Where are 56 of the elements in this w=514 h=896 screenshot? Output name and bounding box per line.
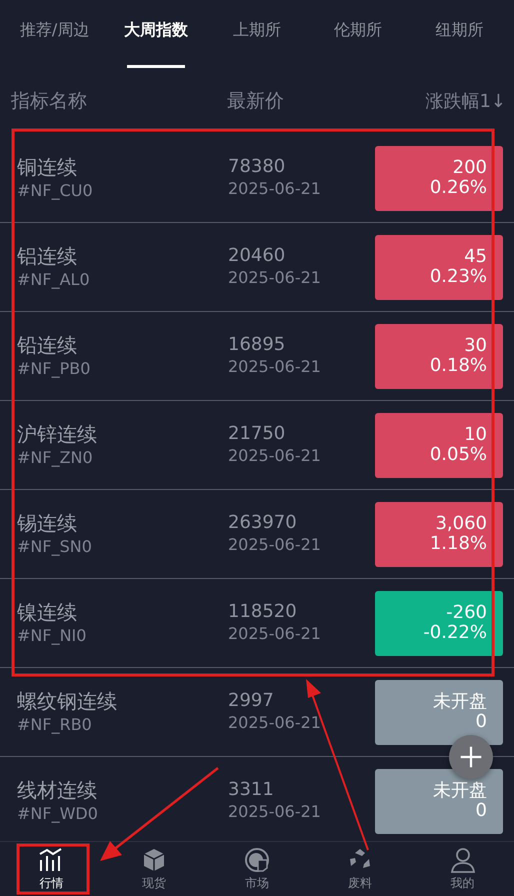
nav-tab[interactable]: 我的 — [411, 842, 514, 896]
column-header[interactable]: 涨跌幅1↓ — [425, 89, 506, 113]
change-badge: 3,060 1.18% — [375, 502, 503, 566]
price-date: 2025-06-21 — [228, 178, 322, 200]
tab[interactable]: 大周指数 — [105, 0, 206, 78]
change-badge: 200 0.26% — [375, 146, 503, 210]
plus-icon — [460, 746, 482, 768]
column-header: 指标名称 — [11, 89, 88, 114]
person-icon — [450, 846, 476, 872]
commodity-code: #NF_SN0 — [17, 536, 93, 558]
commodity-code: #NF_AL0 — [17, 269, 91, 291]
price-value: 16895 — [228, 334, 286, 356]
commodity-name: 线材连续 — [17, 777, 98, 803]
price-date: 2025-06-21 — [228, 712, 322, 734]
commodity-name: 铜连续 — [17, 154, 78, 180]
price-value: 2997 — [228, 690, 275, 712]
change-badge: 未开盘 0 — [375, 680, 503, 744]
price-value: 118520 — [228, 601, 298, 623]
change-badge: -260 -0.22% — [375, 590, 503, 656]
price-date: 2025-06-21 — [228, 267, 322, 289]
tab[interactable]: 推荐/周边 — [4, 0, 106, 78]
price-value: 21750 — [228, 423, 286, 445]
change-badge: 未开盘 0 — [375, 768, 503, 834]
globe-icon — [244, 846, 270, 872]
change-badge: 10 0.05% — [375, 412, 503, 478]
commodity-name: 镍连续 — [17, 599, 78, 625]
commodity-code: #NF_NI0 — [17, 625, 88, 647]
commodity-name: 锡连续 — [17, 510, 78, 536]
nav-tab[interactable]: 市场 — [206, 842, 308, 896]
price-date: 2025-06-21 — [228, 623, 322, 645]
change-badge: 45 0.23% — [375, 234, 503, 300]
tab[interactable]: 伦期所 — [308, 0, 409, 78]
price-value: 3311 — [228, 779, 275, 801]
tab[interactable]: 上期所 — [206, 0, 308, 78]
price-value: 263970 — [228, 512, 298, 534]
chart-icon — [38, 846, 64, 872]
nav-tab[interactable]: 废料 — [308, 842, 412, 896]
price-date: 2025-06-21 — [228, 801, 322, 823]
commodity-code: #NF_CU0 — [17, 180, 94, 202]
price-value: 20460 — [228, 245, 286, 267]
change-badge: 30 0.18% — [375, 324, 503, 388]
price-date: 2025-06-21 — [228, 356, 322, 378]
price-date: 2025-06-21 — [228, 445, 322, 467]
price-value: 78380 — [228, 156, 286, 178]
commodity-code: #NF_ZN0 — [17, 447, 94, 469]
commodity-code: #NF_RB0 — [17, 714, 93, 736]
commodity-name: 沪锌连续 — [17, 421, 98, 447]
commodity-name: 螺纹钢连续 — [17, 688, 118, 714]
commodity-code: #NF_WD0 — [17, 803, 99, 825]
commodity-name: 铝连续 — [17, 243, 78, 269]
column-header: 最新价 — [227, 89, 285, 114]
commodity-code: #NF_PB0 — [17, 358, 92, 380]
commodity-name: 铅连续 — [17, 332, 78, 358]
tab[interactable]: 纽期所 — [408, 0, 510, 78]
price-date: 2025-06-21 — [228, 534, 322, 556]
nav-tab[interactable]: 行情 — [0, 842, 103, 896]
